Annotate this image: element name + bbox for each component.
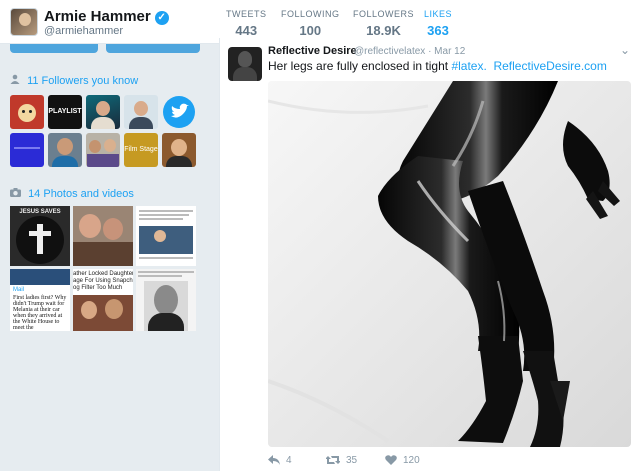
jesus-saves-text: JESUS SAVES (19, 209, 61, 215)
profile-name-line[interactable]: Armie Hammer ✓ (44, 8, 169, 25)
profile-avatar[interactable] (10, 8, 38, 36)
heart-icon (385, 455, 397, 465)
tweet-to-button[interactable] (10, 44, 98, 53)
profile-handle[interactable]: @armiehammer (44, 25, 123, 37)
stat-label: LIKES (424, 9, 453, 19)
sidebar-button-row (10, 44, 200, 54)
followers-you-know-link[interactable]: 11 Followers you know (10, 74, 138, 87)
follower-filmstage-text: Film Stage (124, 146, 158, 153)
reply-button[interactable]: 4 (268, 455, 292, 466)
follower-blue[interactable] (10, 133, 44, 167)
tweet-card[interactable]: Reflective Desire @reflectivelatex · Mar… (219, 38, 640, 471)
photo-jesus-saves[interactable]: JESUS SAVES (10, 206, 70, 266)
follower-playlist[interactable]: PLAYLIST (48, 95, 82, 129)
photos-and-videos-title: 14 Photos and videos (28, 188, 134, 200)
photos-and-videos-link[interactable]: 14 Photos and videos (10, 188, 134, 200)
profile-sidebar: 11 Followers you know PLAYLIST Film Stag… (0, 44, 210, 471)
tweet-author-avatar[interactable] (228, 47, 262, 81)
twitter-bird-icon (163, 96, 195, 128)
follower-twitter[interactable] (162, 95, 196, 129)
latex-legs-photo (268, 81, 631, 447)
tweet-handle-time[interactable]: @reflectivelatex · Mar 12 (354, 46, 465, 57)
mail-label: Mail (13, 287, 25, 293)
stat-followers[interactable]: FOLLOWERS 18.9K (353, 9, 414, 38)
photo-melania-article[interactable]: Mail First ladies first? Why didn't Trum… (10, 269, 70, 331)
follower-person-3[interactable] (48, 133, 82, 167)
tweet-media-image[interactable] (268, 81, 631, 447)
follower-person-2[interactable] (124, 95, 158, 129)
stat-value: 443 (235, 23, 258, 38)
stat-value: 363 (427, 23, 449, 38)
like-button[interactable]: 120 (385, 455, 420, 466)
tweet-text-plain: Her legs are fully enclosed in tight (268, 59, 452, 73)
stat-label: TWEETS (226, 9, 267, 19)
hashtag-link[interactable]: #latex. (451, 59, 486, 73)
person-icon (10, 74, 23, 87)
retweet-icon (325, 456, 341, 464)
profile-name[interactable]: Armie Hammer (44, 8, 151, 25)
stat-value: 18.9K (366, 23, 401, 38)
like-count: 120 (403, 455, 420, 466)
camera-icon (10, 188, 24, 200)
photo-news-article[interactable] (136, 206, 196, 266)
follower-person-1[interactable] (86, 95, 120, 129)
retweet-count: 35 (346, 455, 358, 466)
jesus-saves-graphic (16, 216, 64, 264)
follower-filmstage[interactable]: Film Stage (124, 133, 158, 167)
stat-label: FOLLOWERS (353, 9, 415, 19)
stat-tweets[interactable]: TWEETS 443 (226, 9, 267, 38)
photo-locked-daughter[interactable]: ather Locked Daughter age For Using Snap… (73, 269, 133, 331)
website-link[interactable]: ReflectiveDesire.com (493, 59, 606, 73)
follower-person-4[interactable] (162, 133, 196, 167)
stat-label: FOLLOWING (281, 9, 340, 19)
retweet-button[interactable]: 35 (325, 455, 358, 466)
reply-icon (268, 455, 280, 465)
tweet-text: Her legs are fully enclosed in tight #la… (268, 59, 607, 73)
verified-badge-icon: ✓ (154, 11, 169, 25)
melania-headline: First ladies first? Why didn't Trump wai… (13, 295, 67, 331)
locked-daughter-headline: ather Locked Daughter age For Using Snap… (73, 271, 133, 291)
photo-lincoln[interactable] (136, 269, 196, 331)
follower-dog[interactable] (10, 95, 44, 129)
photo-snapchat-family[interactable] (73, 206, 133, 266)
followers-you-know-title: 11 Followers you know (27, 75, 139, 87)
stat-value: 100 (299, 23, 322, 38)
message-button[interactable] (106, 44, 200, 53)
reply-count: 4 (286, 455, 292, 466)
follower-playlist-text: PLAYLIST (48, 108, 82, 115)
chevron-down-icon[interactable]: ⌄ (620, 43, 630, 57)
tweet-author-name[interactable]: Reflective Desire (268, 45, 357, 57)
stat-following[interactable]: FOLLOWING 100 (281, 9, 340, 38)
follower-couple[interactable] (86, 133, 120, 167)
